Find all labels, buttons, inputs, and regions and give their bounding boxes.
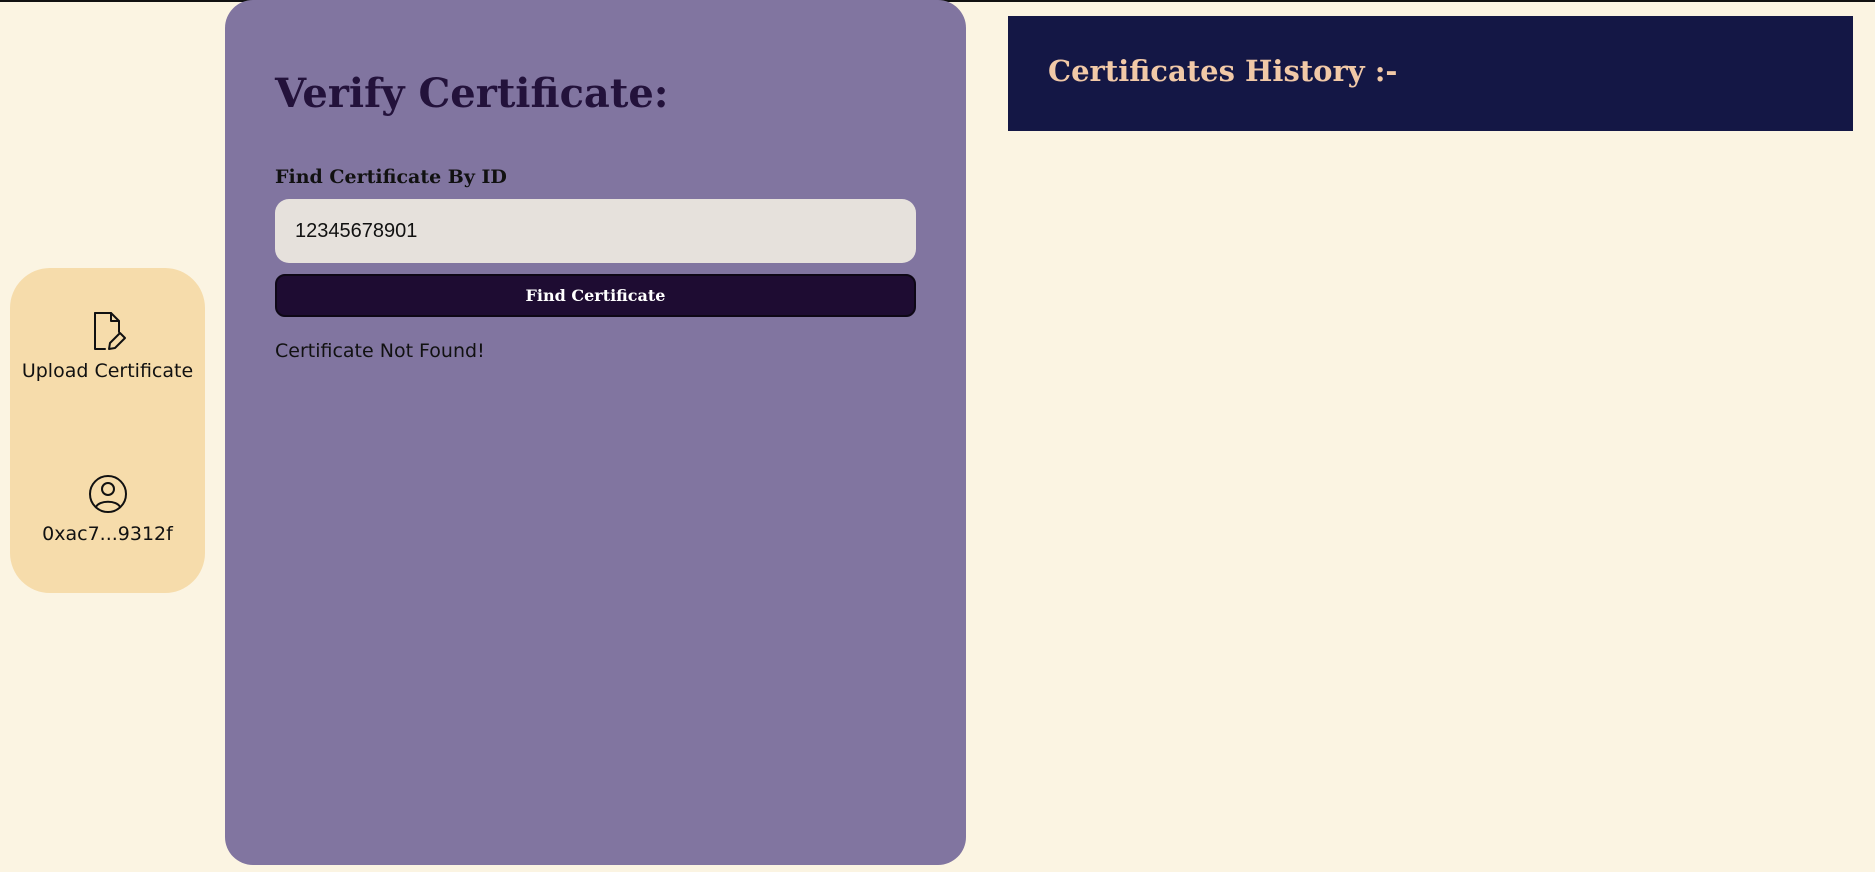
certificate-id-input[interactable] [275,199,916,263]
history-title: Certificates History :- [1048,54,1398,88]
file-edit-icon [93,312,126,350]
sidebar-item-label: Upload Certificate [21,360,194,382]
user-circle-icon [88,475,127,513]
sidebar-item-upload-certificate[interactable]: Upload Certificate [10,310,205,382]
find-by-id-label: Find Certificate By ID [275,166,507,188]
page-title: Verify Certificate: [275,70,669,117]
verify-certificate-panel: Verify Certificate: Find Certificate By … [225,0,966,865]
sidebar: Upload Certificate 0xac7...9312f [10,268,205,593]
find-certificate-button[interactable]: Find Certificate [275,274,916,317]
wallet-address: 0xac7...9312f [42,523,173,545]
sidebar-item-account[interactable]: 0xac7...9312f [10,473,205,545]
certificates-history-header: Certificates History :- [1008,16,1853,131]
status-message: Certificate Not Found! [275,340,485,362]
